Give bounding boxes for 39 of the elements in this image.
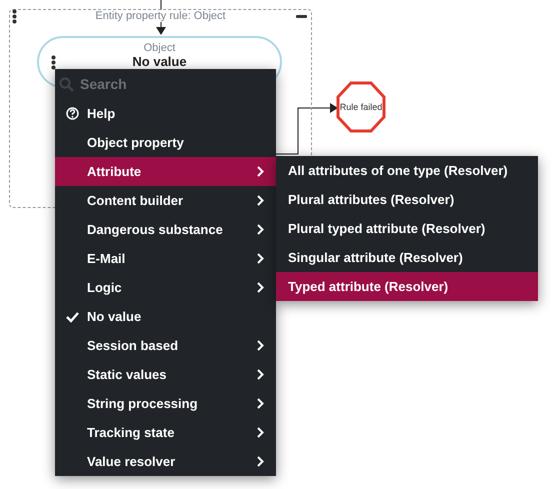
rule-title: Entity property rule: Object bbox=[95, 10, 226, 22]
chevron-right-icon bbox=[257, 282, 264, 293]
menu-item[interactable]: Typed attribute (Resolver) bbox=[276, 272, 538, 301]
checkmark-icon bbox=[66, 311, 79, 323]
stop-octagon bbox=[336, 81, 386, 133]
menu-item[interactable]: E-Mail bbox=[55, 244, 276, 273]
menu-item[interactable]: Object property bbox=[55, 128, 276, 157]
menu-item[interactable]: Content builder bbox=[55, 186, 276, 215]
node-label: Object bbox=[144, 42, 176, 55]
chevron-right-icon bbox=[257, 253, 264, 264]
menu-item[interactable]: Static values bbox=[55, 360, 276, 389]
chevron-right-icon bbox=[257, 398, 264, 409]
menu-item[interactable]: Singular attribute (Resolver) bbox=[276, 243, 538, 272]
menu-item[interactable]: Value resolver bbox=[55, 447, 276, 476]
menu-item[interactable]: String processing bbox=[55, 389, 276, 418]
chevron-right-icon bbox=[257, 369, 264, 380]
menu-item[interactable]: No value bbox=[55, 302, 276, 331]
chevron-right-icon bbox=[257, 456, 264, 467]
menu-item[interactable]: Attribute bbox=[55, 157, 276, 186]
chevron-right-icon bbox=[257, 427, 264, 438]
search-icon bbox=[59, 76, 74, 92]
minimize-icon[interactable] bbox=[296, 15, 307, 18]
node-value: No value bbox=[132, 55, 187, 69]
menu-item[interactable]: All attributes of one type (Resolver) bbox=[276, 156, 538, 185]
menu-item[interactable]: Logic bbox=[55, 273, 276, 302]
chevron-right-icon bbox=[257, 224, 264, 235]
menu-item[interactable]: Plural attributes (Resolver) bbox=[276, 185, 538, 214]
chevron-right-icon bbox=[257, 195, 264, 206]
chevron-right-icon bbox=[257, 340, 264, 351]
kebab-icon[interactable] bbox=[12, 9, 17, 24]
chevron-right-icon bbox=[257, 166, 264, 177]
menu-item[interactable]: Plural typed attribute (Resolver) bbox=[276, 214, 538, 243]
menu-item[interactable]: Tracking state bbox=[55, 418, 276, 447]
outcome-label: Rule failed bbox=[340, 102, 382, 112]
menu-item[interactable]: Help bbox=[55, 99, 276, 128]
help-icon bbox=[66, 107, 79, 120]
kebab-icon[interactable] bbox=[51, 55, 56, 70]
menu-item[interactable]: Session based bbox=[55, 331, 276, 360]
menu-item[interactable]: Dangerous substance bbox=[55, 215, 276, 244]
